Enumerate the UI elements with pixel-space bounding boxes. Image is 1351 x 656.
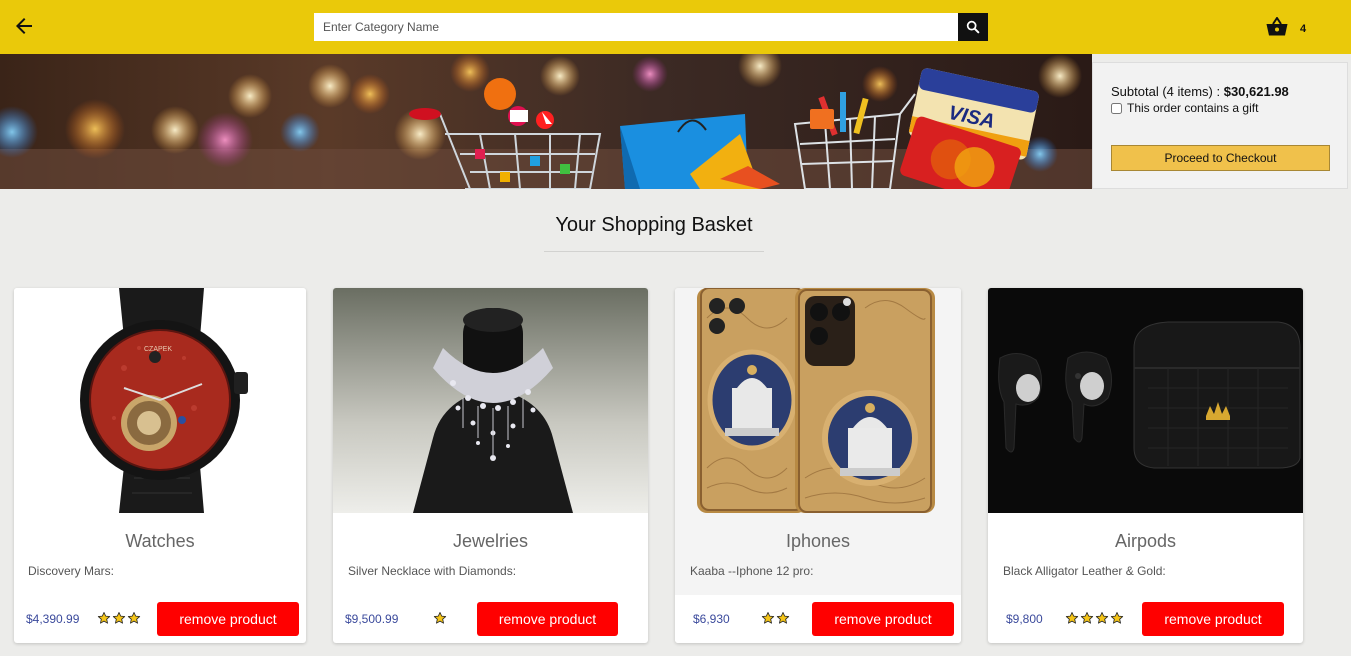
star-icon — [1095, 611, 1109, 625]
subtotal-amount: $30,621.98 — [1223, 84, 1289, 99]
star-icon — [1065, 611, 1079, 625]
page-title: Your Shopping Basket — [555, 214, 753, 236]
product-rating — [761, 611, 790, 625]
subtotal-text: Subtotal (4 items) : $30,621.98 — [1111, 84, 1329, 99]
subtotal-panel: Subtotal (4 items) : $30,621.98 This ord… — [1092, 62, 1348, 189]
product-price: $6,930 — [693, 612, 730, 626]
gift-checkbox[interactable] — [1111, 102, 1122, 114]
product-title: Jewelries — [452, 531, 529, 551]
product-rating — [1065, 611, 1124, 625]
product-title: Watches — [125, 531, 195, 551]
shopping-banner-image: VISA — [0, 54, 1092, 189]
top-header: 4 — [0, 0, 1351, 54]
star-icon — [1080, 611, 1094, 625]
star-icon — [97, 611, 111, 625]
product-card-iphones: Iphones Kaaba --Iphone 12 pro: $6,930 re… — [675, 288, 961, 643]
gift-label: This order contains a gift — [1127, 101, 1259, 115]
product-card-jewelries: Jewelries Silver Necklace with Diamonds:… — [333, 288, 648, 643]
star-icon — [112, 611, 126, 625]
product-price: $9,800 — [1006, 612, 1043, 626]
product-card-watches: CZAPEK Watches Discovery Mars: $4,390.99… — [14, 288, 306, 643]
product-price: $4,390.99 — [26, 612, 80, 626]
star-icon — [127, 611, 141, 625]
product-card-airpods: Airpods Black Alligator Leather & Gold: … — [988, 288, 1303, 643]
star-icon — [1110, 611, 1124, 625]
search-input[interactable] — [314, 13, 958, 41]
product-rating — [433, 611, 447, 625]
product-description: Black Alligator Leather & Gold: — [1003, 564, 1166, 578]
product-image-watches: CZAPEK — [14, 288, 306, 513]
gift-option[interactable]: This order contains a gift — [1111, 101, 1329, 115]
search-icon — [966, 20, 980, 34]
product-image-airpods — [988, 288, 1303, 513]
product-description: Kaaba --Iphone 12 pro: — [690, 564, 814, 578]
remove-product-button[interactable]: remove product — [1142, 602, 1284, 636]
title-divider — [544, 251, 764, 252]
basket-count: 4 — [1300, 23, 1307, 35]
hero-banner: VISA — [0, 54, 1092, 189]
product-image-iphones — [675, 288, 961, 513]
product-title: Iphones — [785, 531, 851, 551]
product-description: Silver Necklace with Diamonds: — [348, 564, 517, 578]
search-bar — [314, 13, 988, 41]
remove-product-button[interactable]: remove product — [812, 602, 954, 636]
proceed-to-checkout-button[interactable]: Proceed to Checkout — [1111, 145, 1330, 171]
search-button[interactable] — [958, 13, 988, 41]
star-icon — [761, 611, 775, 625]
basket-icon — [1266, 17, 1288, 36]
remove-product-button[interactable]: remove product — [477, 602, 618, 636]
remove-product-button[interactable]: remove product — [157, 602, 299, 636]
svg-text:CZAPEK: CZAPEK — [144, 346, 172, 353]
basket-button[interactable]: 4 — [1266, 17, 1306, 37]
subtotal-label: Subtotal (4 items) : — [1111, 84, 1224, 99]
product-image-jewelries — [333, 288, 648, 513]
product-description: Discovery Mars: — [28, 564, 115, 578]
star-icon — [433, 611, 447, 625]
product-rating — [97, 611, 141, 625]
star-icon — [776, 611, 790, 625]
arrow-left-icon — [16, 18, 32, 34]
product-price: $9,500.99 — [345, 612, 399, 626]
product-title: Airpods — [1114, 531, 1177, 551]
back-button[interactable] — [12, 14, 36, 38]
